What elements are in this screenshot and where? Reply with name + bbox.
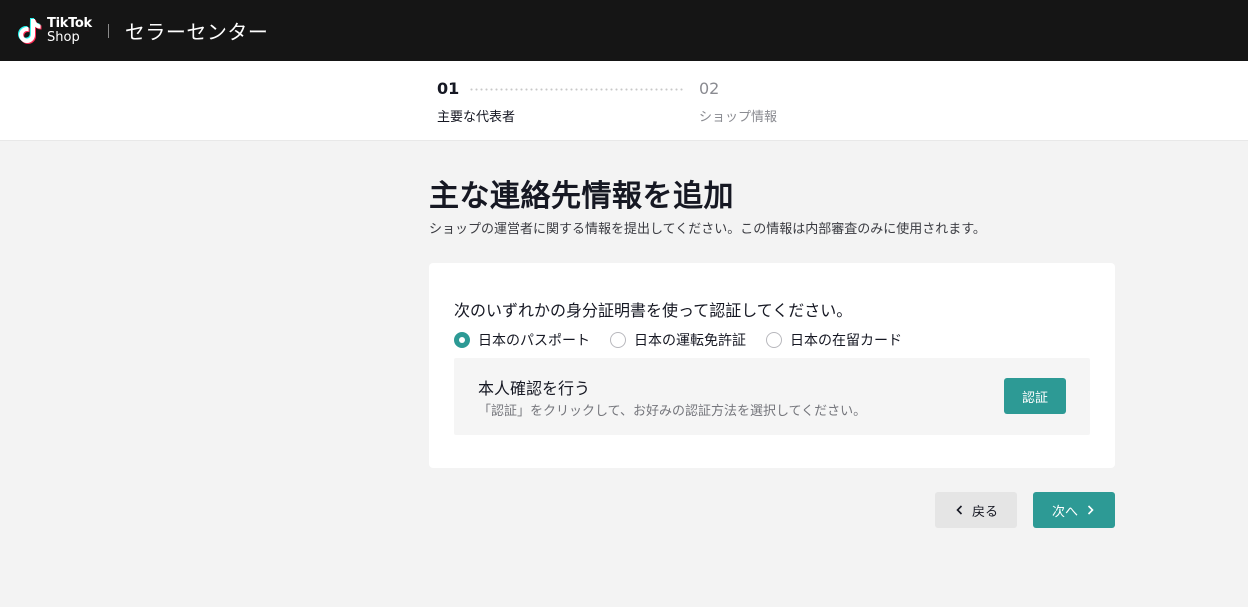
step-1-label: 主要な代表者 <box>437 110 516 125</box>
chevron-right-icon <box>1087 505 1094 515</box>
radio-label: 日本の運転免許証 <box>634 333 746 349</box>
step-connector <box>469 88 683 91</box>
app-title: セラーセンター <box>124 20 269 44</box>
logo-line-1: TikTok <box>47 15 92 31</box>
radio-label: 日本のパスポート <box>478 333 590 349</box>
radio-label: 日本の在留カード <box>790 333 902 349</box>
back-button-label: 戻る <box>971 504 998 520</box>
step-1: 01 主要な代表者 <box>437 79 515 125</box>
verify-button[interactable]: 認証 <box>1004 378 1066 414</box>
id-verification-card: 次のいずれかの身分証明書を使って認証してください。 日本のパスポート 日本の運転… <box>429 263 1115 468</box>
page-subtitle: ショップの運営者に関する情報を提出してください。この情報は内部審査のみに使用され… <box>429 222 986 237</box>
next-button[interactable]: 次へ <box>1033 492 1115 528</box>
verify-title: 本人確認を行う <box>478 379 591 398</box>
id-type-radio-group: 日本のパスポート 日本の運転免許証 日本の在留カード <box>454 330 922 350</box>
tiktok-shop-logo[interactable]: TikTok Shop <box>16 16 92 46</box>
chevron-left-icon <box>956 505 963 515</box>
verify-description: 「認証」をクリックして、お好みの認証方法を選択してください。 <box>478 404 867 419</box>
tiktok-logo-icon <box>18 17 42 44</box>
logo-text: TikTok Shop <box>47 15 92 45</box>
radio-unchecked-icon[interactable] <box>610 332 626 348</box>
radio-drivers-license[interactable]: 日本の運転免許証 <box>610 330 746 350</box>
next-button-label: 次へ <box>1051 504 1078 520</box>
header-divider <box>107 23 109 38</box>
radio-unchecked-icon[interactable] <box>766 332 782 348</box>
radio-checked-icon[interactable] <box>454 332 470 348</box>
step-2-label: ショップ情報 <box>699 110 778 125</box>
step-2-number: 02 <box>699 79 720 98</box>
id-prompt: 次のいずれかの身分証明書を使って認証してください。 <box>454 301 853 320</box>
progress-stepper: 01 主要な代表者 02 ショップ情報 <box>0 61 1248 141</box>
identity-verify-panel: 本人確認を行う 「認証」をクリックして、お好みの認証方法を選択してください。 認… <box>454 358 1090 435</box>
radio-residence-card[interactable]: 日本の在留カード <box>766 330 902 350</box>
back-button[interactable]: 戻る <box>935 492 1017 528</box>
top-bar: TikTok Shop セラーセンター <box>0 0 1248 61</box>
logo-line-2: Shop <box>47 29 80 45</box>
radio-passport[interactable]: 日本のパスポート <box>454 330 590 350</box>
step-2: 02 ショップ情報 <box>699 79 777 125</box>
page-title: 主な連絡先情報を追加 <box>429 179 734 214</box>
